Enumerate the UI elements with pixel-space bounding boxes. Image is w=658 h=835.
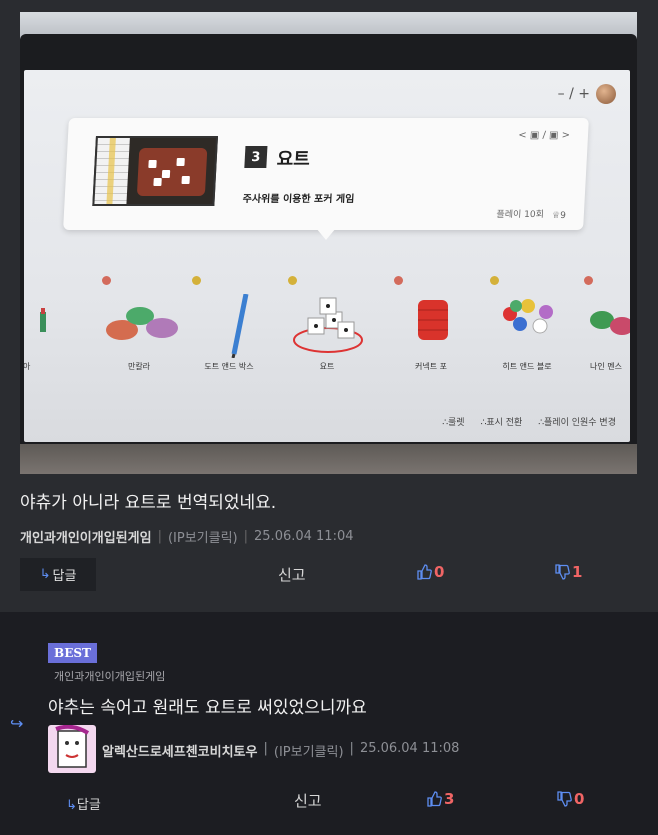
reply-arrow-icon: ↳ bbox=[39, 567, 51, 582]
tv-game-item: 나인 멘스 bbox=[576, 270, 630, 380]
tv-game-item: 히트 앤드 블로 bbox=[482, 270, 572, 380]
tv-user-avatar bbox=[596, 84, 616, 104]
comment-author[interactable]: 개인과개인이개입된게임 bbox=[20, 527, 152, 546]
tv-game-item: 만칼라 bbox=[94, 270, 184, 380]
best-badge: BEST bbox=[48, 643, 97, 663]
tv-trophy-value: 9 bbox=[559, 211, 567, 221]
reply-arrow-icon: ↳ bbox=[66, 798, 77, 813]
comment-image[interactable]: – / + 3 요트 주사위를 이용한 포커 게임 < ▣ / ▣ > 플레이 … bbox=[20, 12, 637, 474]
reply-button[interactable]: ↳답글 bbox=[66, 794, 101, 813]
tv-trophy-count: ♕9 bbox=[552, 211, 566, 221]
best-reply: BEST 개인과개인이개입된게임 ↪ 야추는 속어고 원래도 요트로 써있었으니… bbox=[0, 612, 658, 835]
like-count: 0 bbox=[434, 563, 445, 581]
tv-zoom-label: – / + bbox=[557, 86, 590, 102]
pencil-icon bbox=[206, 293, 256, 359]
reply-target: 개인과개인이개입된게임 bbox=[54, 670, 166, 683]
thumbnail-die bbox=[176, 158, 185, 166]
tv-play-count: 플레이 10회 bbox=[496, 210, 545, 220]
tv-hint-roulette: 룰렛 bbox=[442, 415, 465, 428]
tv-game-label: 나인 멘스 bbox=[590, 362, 622, 371]
separator: | bbox=[157, 529, 162, 544]
tv-game-number: 3 bbox=[244, 146, 268, 168]
thumbs-up-icon bbox=[417, 564, 432, 580]
reply-button-label: 답글 bbox=[52, 569, 77, 584]
dislike-count: 1 bbox=[572, 563, 583, 581]
reply-button[interactable]: ↳ 답글 bbox=[20, 558, 96, 591]
thumbnail-die bbox=[153, 178, 162, 186]
peg-pieces-icon bbox=[496, 294, 562, 344]
game-pieces-icon bbox=[24, 294, 50, 344]
tv-game-card: 3 요트 주사위를 이용한 포커 게임 < ▣ / ▣ > 플레이 10회 ♕9 bbox=[63, 118, 589, 230]
dislike-count: 0 bbox=[574, 790, 585, 808]
tv-card-nav: < ▣ / ▣ > bbox=[517, 130, 571, 141]
dislike-button[interactable]: 0 bbox=[556, 790, 584, 808]
tv-game-item: 피아 bbox=[24, 270, 68, 380]
reply-button-label: 답글 bbox=[76, 798, 101, 813]
photo-floor bbox=[20, 444, 637, 474]
nine-mens-morris-icon bbox=[586, 294, 630, 344]
tv-game-label: 만칼라 bbox=[127, 362, 151, 371]
thumbnail-die bbox=[181, 176, 190, 184]
comment-meta: 개인과개인이개입된게임 | (IP보기클릭) | 25.06.04 11:04 bbox=[20, 527, 354, 546]
tv-hint-player-count: 플레이 인원수 변경 bbox=[538, 415, 616, 428]
tv-game-label: 커넥트 포 bbox=[415, 362, 447, 371]
tv-game-list: 피아 만칼라 도트 앤드 박스 요트 bbox=[24, 270, 630, 380]
thumbs-down-icon bbox=[557, 791, 572, 807]
tv-game-label: 히트 앤드 블로 bbox=[502, 362, 552, 371]
comment-actions: ↳ 답글 신고 0 1 bbox=[20, 558, 620, 592]
reply-datetime: 25.06.04 11:08 bbox=[359, 741, 460, 756]
status-dot bbox=[584, 276, 593, 285]
ip-view-link[interactable]: (IP보기클릭) bbox=[168, 527, 238, 546]
tv-game-thumbnail bbox=[92, 136, 218, 206]
reply-actions: ↳답글 신고 3 0 bbox=[48, 788, 608, 818]
separator: | bbox=[263, 741, 268, 756]
tv-game-title: 요트 bbox=[276, 149, 311, 170]
connect-four-icon bbox=[408, 294, 458, 344]
tv-game-item: 도트 앤드 박스 bbox=[184, 270, 274, 380]
trophy-icon bbox=[288, 276, 297, 285]
reply-indent-arrow-icon: ↪ bbox=[10, 714, 24, 733]
thumbnail-dice-tray bbox=[136, 148, 208, 196]
comment-text: 야츄가 아니라 요트로 번역되었네요. bbox=[20, 493, 277, 513]
reply-text: 야추는 속어고 원래도 요트로 써있었으니까요 bbox=[48, 698, 367, 718]
like-button[interactable]: 0 bbox=[416, 563, 444, 581]
comment-datetime: 25.06.04 11:04 bbox=[254, 529, 354, 544]
tv-game-label: 피아 bbox=[24, 362, 31, 371]
tv-game-description: 주사위를 이용한 포커 게임 bbox=[242, 194, 355, 205]
thumbnail-scoreboard bbox=[94, 138, 130, 204]
tv-hint-display-toggle: 표시 전환 bbox=[481, 415, 522, 428]
status-dot bbox=[490, 276, 499, 285]
dislike-button[interactable]: 1 bbox=[554, 563, 582, 581]
thumbnail-die bbox=[161, 170, 171, 178]
thumbs-down-icon bbox=[555, 564, 570, 580]
mancala-stones-icon bbox=[102, 294, 182, 344]
reply-author[interactable]: 알렉산드로세프첸코비치토우 bbox=[102, 741, 257, 760]
avatar[interactable] bbox=[48, 724, 96, 773]
like-button[interactable]: 3 bbox=[426, 790, 454, 808]
tv-zoom-controls: – / + bbox=[558, 84, 616, 104]
status-dot bbox=[192, 276, 201, 285]
thumbs-up-icon bbox=[427, 791, 442, 807]
status-dot bbox=[102, 276, 111, 285]
tv-hint-bar: 룰렛 표시 전환 플레이 인원수 변경 bbox=[442, 415, 616, 428]
thumbnail-die bbox=[148, 160, 157, 168]
tv-screen: – / + 3 요트 주사위를 이용한 포커 게임 < ▣ / ▣ > 플레이 … bbox=[24, 70, 630, 442]
dice-icon bbox=[290, 294, 366, 354]
ip-view-link[interactable]: (IP보기클릭) bbox=[274, 741, 344, 760]
tv-game-item: 커넥트 포 bbox=[386, 270, 476, 380]
tv-game-label: 요트 bbox=[319, 362, 335, 371]
separator: | bbox=[243, 529, 249, 544]
avatar-face-icon bbox=[55, 724, 90, 768]
tv-game-label: 도트 앤드 박스 bbox=[204, 362, 254, 371]
like-count: 3 bbox=[444, 790, 455, 808]
report-button[interactable]: 신고 bbox=[278, 564, 306, 585]
separator: | bbox=[349, 741, 354, 756]
report-button[interactable]: 신고 bbox=[294, 790, 322, 811]
status-dot bbox=[394, 276, 403, 285]
tv-game-item-selected: 요트 bbox=[282, 270, 372, 380]
tv-card-pointer bbox=[316, 228, 336, 240]
reply-meta: 알렉산드로세프첸코비치토우 | (IP보기클릭) | 25.06.04 11:0… bbox=[102, 741, 459, 760]
